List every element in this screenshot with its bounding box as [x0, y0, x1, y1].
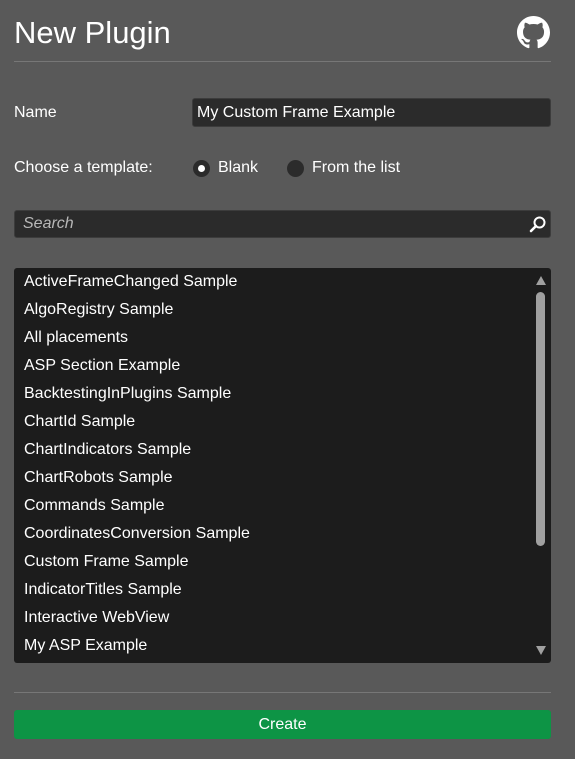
list-item[interactable]: Interactive WebView	[14, 604, 529, 632]
scrollbar-thumb[interactable]	[536, 292, 545, 546]
radio-blank-label: Blank	[218, 159, 259, 176]
name-input[interactable]	[192, 98, 551, 127]
list-item[interactable]: My ASP Example	[14, 632, 529, 660]
list-item[interactable]: ChartIndicators Sample	[14, 436, 529, 464]
github-icon[interactable]	[517, 16, 550, 49]
header: New Plugin	[14, 0, 551, 62]
search-input[interactable]	[15, 211, 520, 237]
new-plugin-panel: New Plugin Name Choose a template: Blank…	[0, 0, 575, 759]
search-box	[14, 210, 551, 238]
template-label: Choose a template:	[14, 159, 153, 176]
list-item[interactable]: BacktestingInPlugins Sample	[14, 380, 529, 408]
radio-from-list-label: From the list	[312, 159, 401, 176]
template-list-items: ActiveFrameChanged Sample AlgoRegistry Sa…	[14, 268, 529, 660]
scrollbar-track[interactable]	[536, 292, 545, 637]
radio-blank[interactable]: Blank	[193, 159, 258, 177]
search-icon[interactable]	[529, 215, 547, 233]
radio-from-list[interactable]: From the list	[287, 159, 400, 177]
list-item[interactable]: All placements	[14, 324, 529, 352]
list-item[interactable]: Custom Frame Sample	[14, 548, 529, 576]
template-list: ActiveFrameChanged Sample AlgoRegistry Sa…	[14, 268, 551, 663]
list-item[interactable]: ChartRobots Sample	[14, 464, 529, 492]
list-item[interactable]: Commands Sample	[14, 492, 529, 520]
list-item[interactable]: CoordinatesConversion Sample	[14, 520, 529, 548]
name-label: Name	[14, 104, 57, 121]
divider	[14, 692, 551, 693]
scroll-up-arrow-icon[interactable]	[536, 276, 546, 285]
list-item[interactable]: ASP Section Example	[14, 352, 529, 380]
scroll-down-arrow-icon[interactable]	[536, 646, 546, 655]
list-item[interactable]: AlgoRegistry Sample	[14, 296, 529, 324]
radio-blank-indicator	[193, 159, 210, 177]
page-title: New Plugin	[14, 15, 171, 50]
create-button[interactable]: Create	[14, 710, 551, 739]
radio-from-list-indicator	[287, 159, 304, 177]
list-item[interactable]: ChartId Sample	[14, 408, 529, 436]
list-item[interactable]: IndicatorTitles Sample	[14, 576, 529, 604]
list-item[interactable]: ActiveFrameChanged Sample	[14, 268, 529, 296]
